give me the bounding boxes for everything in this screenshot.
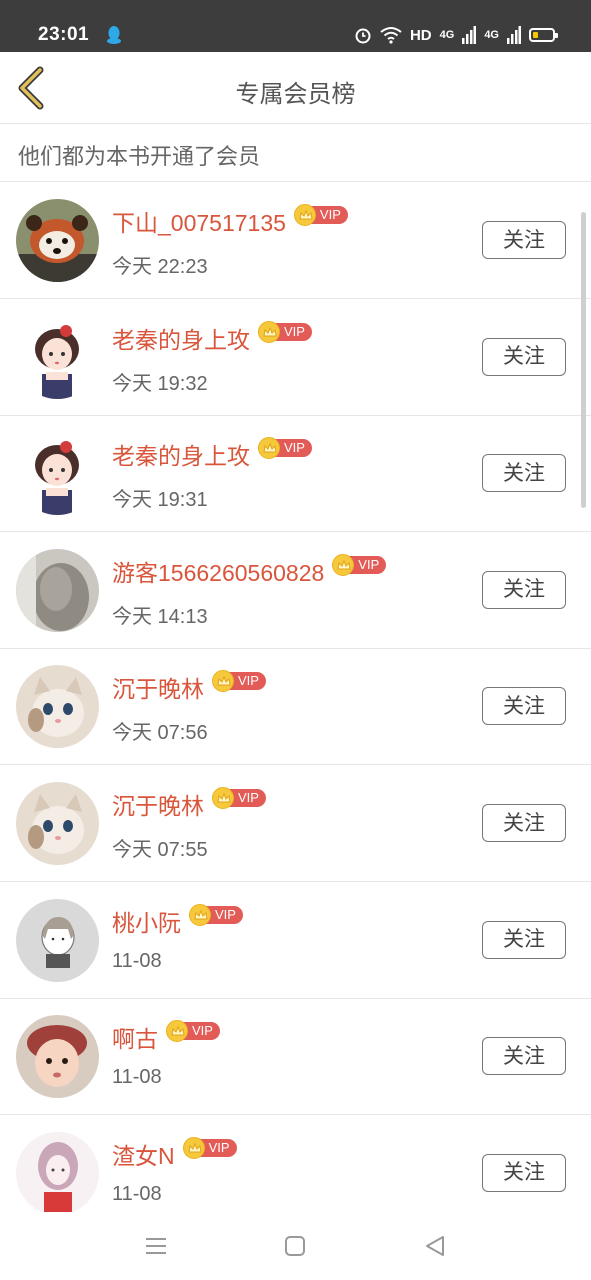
member-row[interactable]: 渣女N VIP 11-08 关注 <box>0 1115 591 1212</box>
member-name-line: 渣女N VIP <box>112 1136 237 1171</box>
avatar[interactable] <box>16 1131 99 1212</box>
avatar[interactable] <box>16 898 99 982</box>
member-name-line: 桃小阮 VIP <box>112 903 243 938</box>
crown-icon <box>166 1020 188 1043</box>
member-name-line: 游客1566260560828 VIP <box>112 553 387 588</box>
vip-badge: VIP <box>258 437 312 460</box>
member-name[interactable]: 老秦的身上攻 <box>112 437 250 471</box>
follow-button[interactable]: 关注 <box>482 804 566 842</box>
signal-icon-2 <box>507 26 521 44</box>
follow-button[interactable]: 关注 <box>482 1037 566 1076</box>
signal-4g-2: 4G <box>484 29 499 41</box>
member-time: 今天 19:31 <box>112 489 208 512</box>
avatar[interactable] <box>16 315 99 399</box>
avatar[interactable] <box>16 548 99 632</box>
follow-button[interactable]: 关注 <box>482 687 566 726</box>
vip-badge: VIP <box>189 903 243 926</box>
member-time: 今天 07:56 <box>112 722 208 745</box>
avatar[interactable] <box>16 432 99 516</box>
avatar[interactable] <box>16 1015 99 1099</box>
avatar[interactable] <box>16 665 99 749</box>
member-name[interactable]: 沉于晚林 <box>112 787 204 821</box>
follow-button[interactable]: 关注 <box>482 337 566 376</box>
crown-icon <box>189 903 211 926</box>
member-time: 11-08 <box>112 1066 162 1089</box>
status-icons: HD 4G 4G <box>354 24 558 46</box>
back-triangle-icon[interactable] <box>421 1232 449 1260</box>
member-time: 今天 22:23 <box>112 256 208 278</box>
member-name[interactable]: 沉于晚林 <box>112 670 204 704</box>
member-row[interactable]: 啊古 VIP 11-08 关注 <box>0 998 591 1116</box>
vip-badge: VIP <box>258 320 312 343</box>
qq-icon <box>107 26 121 44</box>
member-name-line: 老秦的身上攻 VIP <box>112 437 312 471</box>
vip-badge: VIP <box>212 787 266 809</box>
follow-button[interactable]: 关注 <box>482 221 566 259</box>
nav-bar <box>0 1212 591 1280</box>
vip-badge: VIP <box>166 1020 220 1043</box>
crown-icon <box>293 204 316 226</box>
signal-icon <box>462 26 477 44</box>
battery-icon <box>529 28 558 42</box>
crown-icon <box>332 553 355 576</box>
vip-badge: VIP <box>212 670 266 693</box>
follow-button[interactable]: 关注 <box>482 570 566 609</box>
member-row[interactable]: 沉于晚林 VIP 今天 07:55 关注 <box>0 765 591 882</box>
vip-badge: VIP <box>293 204 348 226</box>
member-name[interactable]: 下山_007517135 <box>112 204 286 238</box>
member-list[interactable]: 下山_007517135 VIP 今天 22:23 关注 老秦的身上攻 VIP 今天 19:… <box>0 182 591 1212</box>
member-name[interactable]: 渣女N <box>112 1137 175 1171</box>
member-time: 今天 14:13 <box>112 605 208 628</box>
member-name-line: 老秦的身上攻 VIP <box>112 320 312 355</box>
member-row[interactable]: 游客1566260560828 VIP 今天 14:13 关注 <box>0 532 591 649</box>
network-hd: HD <box>409 26 432 44</box>
status-bar: 23:01 HD 4G 4G <box>0 0 591 52</box>
signal-4g-1: 4G <box>439 29 455 41</box>
member-name-line: 沉于晚林 VIP <box>112 670 266 704</box>
member-name-line: 沉于晚林 VIP <box>112 787 266 821</box>
member-name-line: 啊古 VIP <box>112 1020 220 1054</box>
crown-icon <box>182 1136 205 1159</box>
member-time: 11-08 <box>112 1182 162 1205</box>
member-time: 今天 07:55 <box>112 839 208 861</box>
member-name[interactable]: 桃小阮 <box>112 904 181 938</box>
subtitle: 他们都为本书开通了会员 <box>18 144 261 169</box>
wifi-icon <box>380 27 402 44</box>
status-time: 23:01 <box>38 24 90 45</box>
member-time: 今天 19:32 <box>112 372 208 395</box>
member-name[interactable]: 老秦的身上攻 <box>112 321 250 355</box>
scrollbar[interactable] <box>581 212 586 508</box>
follow-button[interactable]: 关注 <box>482 454 566 493</box>
alarm-icon <box>355 28 371 44</box>
member-name[interactable]: 啊古 <box>112 1020 158 1054</box>
crown-icon <box>258 437 280 460</box>
member-row[interactable]: 老秦的身上攻 VIP 今天 19:32 关注 <box>0 299 591 416</box>
subtitle-bar: 他们都为本书开通了会员 <box>0 125 591 182</box>
follow-button[interactable]: 关注 <box>482 920 566 959</box>
avatar[interactable] <box>16 199 99 282</box>
member-row[interactable]: 下山_007517135 VIP 今天 22:23 关注 <box>0 182 591 299</box>
crown-icon <box>212 670 234 693</box>
member-row[interactable]: 沉于晚林 VIP 今天 07:56 关注 <box>0 648 591 766</box>
vip-badge: VIP <box>182 1136 237 1159</box>
crown-icon <box>212 787 234 809</box>
member-row[interactable]: 老秦的身上攻 VIP 今天 19:31 关注 <box>0 415 591 533</box>
home-square-icon[interactable] <box>281 1232 309 1260</box>
member-name[interactable]: 游客1566260560828 <box>112 554 324 588</box>
avatar[interactable] <box>16 782 99 865</box>
crown-icon <box>258 320 280 343</box>
header: 专属会员榜 <box>0 52 591 124</box>
member-row[interactable]: 桃小阮 VIP 11-08 关注 <box>0 882 591 999</box>
member-time: 11-08 <box>112 949 162 972</box>
page-title: 专属会员榜 <box>235 81 356 108</box>
member-name-line: 下山_007517135 VIP <box>112 204 348 238</box>
menu-icon[interactable] <box>142 1232 170 1260</box>
vip-badge: VIP <box>332 553 387 576</box>
follow-button[interactable]: 关注 <box>482 1153 566 1192</box>
